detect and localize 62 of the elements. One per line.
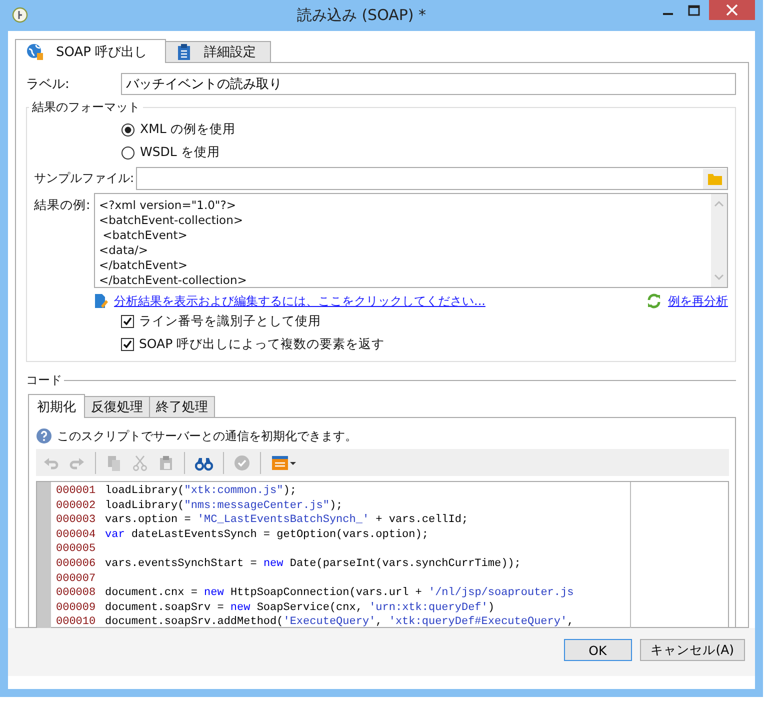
checkbox[interactable] xyxy=(121,315,134,328)
line-number: 000004 xyxy=(55,528,97,542)
code-line: var dateLastEventsSynch = getOption(vars.option); xyxy=(105,528,428,542)
globe-icon xyxy=(26,42,44,60)
line-number: 000008 xyxy=(55,586,97,601)
section-title: コード xyxy=(26,372,62,389)
tab[interactable]: 終了処理 xyxy=(149,396,215,417)
label-input[interactable]: バッチイベントの読み取り xyxy=(121,73,736,95)
field-label: サンプルファイル: xyxy=(33,170,136,187)
scroll-up-icon[interactable] xyxy=(714,200,724,208)
field-label: 結果の例: xyxy=(33,196,92,214)
line-number: 000001 xyxy=(55,484,97,499)
text-line: <data/> xyxy=(99,242,150,258)
tab[interactable]: SOAP 呼び出し xyxy=(15,39,166,63)
line-number: 000006 xyxy=(55,556,97,572)
tab[interactable]: 詳細設定 xyxy=(165,41,272,62)
radio-button[interactable] xyxy=(121,122,135,136)
line-number: 000007 xyxy=(55,572,97,586)
refresh-icon xyxy=(646,293,662,309)
code-line: vars.option = 'MC_LastEventsBatchSynch_' + vars.cellId; xyxy=(105,513,468,528)
example-text-area[interactable]: <?xml version="1.0"?> <batchEvent-collection> <batchEvent> <data/> </batchEvent> </batchEvent-collection> xyxy=(94,193,728,288)
text-line: <batchEvent> xyxy=(102,228,188,243)
edit-link[interactable]: 分析結果を表示および編集するには、ここをクリックしてください... xyxy=(114,292,486,310)
text-line: <batchEvent-collection> xyxy=(99,212,244,228)
help-icon xyxy=(36,428,52,444)
clipboard-icon xyxy=(176,43,192,61)
checkbox[interactable] xyxy=(121,338,134,351)
tab[interactable]: 初期化 xyxy=(28,394,85,418)
info-text: このスクリプトでサーバーとの通信を初期化できます。 xyxy=(57,428,357,444)
radio-label: XML の例を使用 xyxy=(140,121,236,138)
window-title: 読み込み (SOAP) * xyxy=(296,5,428,25)
insert-menu-icon[interactable] xyxy=(271,454,297,470)
edit-document-icon xyxy=(94,293,108,309)
radio-label: WSDL を使用 xyxy=(140,144,220,161)
folder-icon[interactable] xyxy=(703,168,727,188)
close-icon[interactable] xyxy=(709,0,755,20)
scrollbar[interactable] xyxy=(711,194,727,287)
line-number: 000009 xyxy=(55,600,97,616)
scroll-down-icon[interactable] xyxy=(714,273,724,281)
code-line: loadLibrary("xtk:common.js"); xyxy=(105,484,296,499)
code-line: loadLibrary("nms:messageCenter.js"); xyxy=(105,498,343,514)
line-number: 000003 xyxy=(55,513,97,528)
line-number: 000010 xyxy=(55,615,97,630)
dialog-button[interactable]: キャンセル(A) xyxy=(640,639,745,661)
checkbox-label: SOAP 呼び出しによって複数の要素を返す xyxy=(139,336,385,353)
dialog-button[interactable]: OK xyxy=(564,639,632,661)
code-line: vars.eventsSynchStart = new Date(parseInt(vars.synchCurrTime)); xyxy=(105,556,521,572)
code-line: document.soapSrv.addMethod('ExecuteQuery', 'xtk:queryDef#ExecuteQuery', xyxy=(105,615,574,630)
reanalyze-link[interactable]: 例を再分析 xyxy=(668,292,728,310)
checkbox-label: ライン番号を識別子として使用 xyxy=(139,313,321,330)
code-line: document.cnx = new HttpSoapConnection(vars.url + '/nl/jsp/soaprouter.js xyxy=(105,586,574,601)
radio-button[interactable] xyxy=(121,146,135,160)
field-label: ラベル: xyxy=(26,76,70,93)
line-number: 000005 xyxy=(55,542,97,557)
file-input[interactable] xyxy=(136,167,728,190)
tab[interactable]: 反復処理 xyxy=(84,396,150,417)
text-line: </batchEvent> xyxy=(99,258,189,273)
text-line: </batchEvent-collection> xyxy=(99,272,248,288)
line-number: 000002 xyxy=(55,498,97,514)
text-line: <?xml version="1.0"?> xyxy=(99,198,237,213)
code-line: document.soapSrv = new SoapService(cnx, 'urn:xtk:queryDef') xyxy=(105,600,494,616)
app-icon xyxy=(12,7,28,23)
